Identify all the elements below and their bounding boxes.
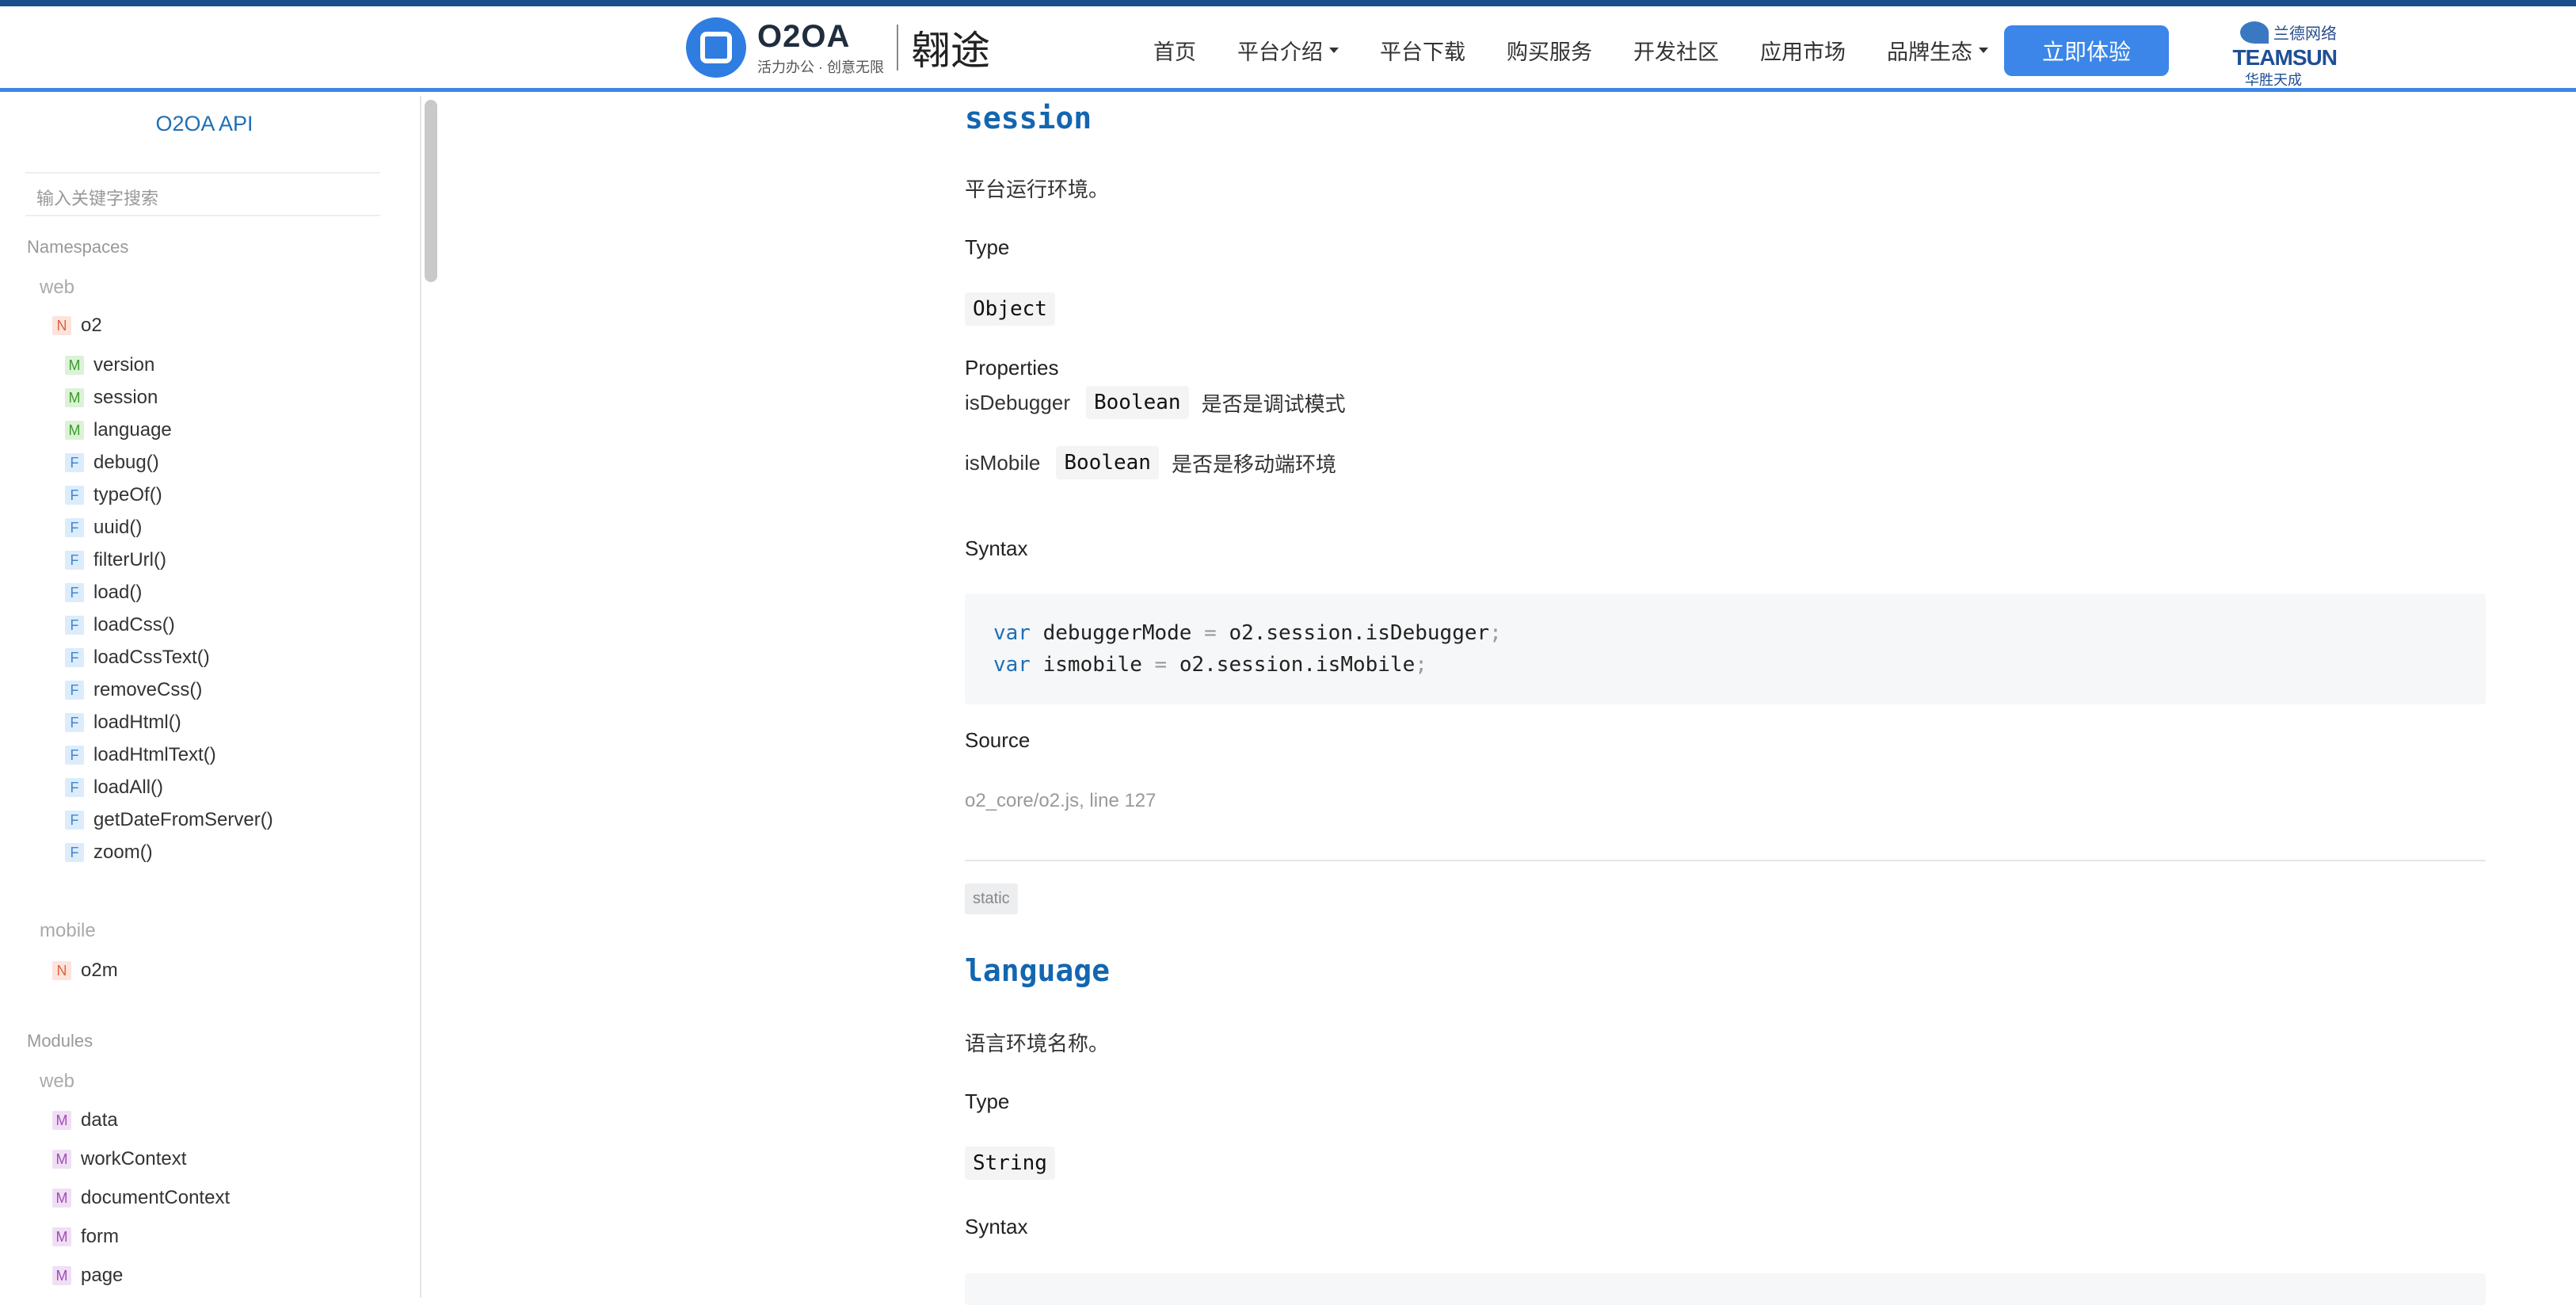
sidebar-scrollbar[interactable] xyxy=(425,100,437,282)
o2oa-logo-icon xyxy=(686,17,746,78)
sidebar-item-zoom[interactable]: Fzoom() xyxy=(65,841,153,864)
namespaces-web-group[interactable]: web xyxy=(40,277,74,299)
nav-brand-ecosystem[interactable]: 品牌生态 xyxy=(1887,35,1988,66)
logo-chinese-name: 翱途 xyxy=(911,19,990,76)
logo-name: O2OA xyxy=(757,19,884,55)
session-syntax-heading: Syntax xyxy=(965,536,1028,561)
sidebar-item-loadall[interactable]: FloadAll() xyxy=(65,777,163,799)
language-description: 语言环境名称。 xyxy=(965,1028,1109,1057)
namespaces-mobile-group[interactable]: mobile xyxy=(40,920,96,942)
sidebar-item-language[interactable]: Mlanguage xyxy=(65,419,172,441)
static-badge: static xyxy=(965,883,1018,914)
nav-dev-community[interactable]: 开发社区 xyxy=(1633,35,1719,66)
section-divider xyxy=(965,860,2486,861)
language-type-heading: Type xyxy=(965,1089,1009,1114)
sidebar-item-version[interactable]: Mversion xyxy=(65,354,154,376)
logo-slogan: 活力办公 · 创意无限 xyxy=(757,56,884,77)
sidebar-item-load[interactable]: Fload() xyxy=(65,582,142,604)
nav-home[interactable]: 首页 xyxy=(1153,35,1196,66)
api-sidebar: O2OA API 输入关键字搜索 Namespaces web No2 Mver… xyxy=(0,96,421,1298)
session-source-link[interactable]: o2_core/o2.js, line 127 xyxy=(965,790,1157,812)
language-title: language xyxy=(965,953,1110,988)
main-nav: 首页 平台介绍 平台下载 购买服务 开发社区 应用市场 品牌生态 xyxy=(1153,35,2029,66)
code-line-1: var debuggerMode = o2.session.isDebugger… xyxy=(993,617,2457,649)
nav-platform-download[interactable]: 平台下载 xyxy=(1380,35,1465,66)
sidebar-item-form[interactable]: Mform xyxy=(52,1226,119,1248)
sidebar-item-documentcontext[interactable]: MdocumentContext xyxy=(52,1187,230,1209)
search-input[interactable]: 输入关键字搜索 xyxy=(25,172,380,216)
namespaces-heading: Namespaces xyxy=(27,237,128,258)
nav-app-market[interactable]: 应用市场 xyxy=(1760,35,1846,66)
sidebar-item-o2[interactable]: No2 xyxy=(52,315,102,337)
sidebar-item-loadhtmltext[interactable]: FloadHtmlText() xyxy=(65,744,216,766)
sidebar-item-debug[interactable]: Fdebug() xyxy=(65,452,159,474)
sidebar-item-session[interactable]: Msession xyxy=(65,387,158,409)
caret-down-icon xyxy=(1329,48,1339,53)
code-line-2: var ismobile = o2.session.isMobile; xyxy=(993,649,2457,681)
top-accent-bar xyxy=(0,0,2576,6)
partner-logo[interactable]: 兰德网络 TEAMSUN 华胜天成 xyxy=(2210,21,2337,84)
language-type-value: String xyxy=(965,1147,1055,1180)
session-code-block[interactable]: var debuggerMode = o2.session.isDebugger… xyxy=(965,593,2486,704)
sidebar-item-removecss[interactable]: FremoveCss() xyxy=(65,679,202,701)
nav-buy-service[interactable]: 购买服务 xyxy=(1507,35,1592,66)
sidebar-item-data[interactable]: Mdata xyxy=(52,1109,118,1131)
sidebar-item-filterurl[interactable]: FfilterUrl() xyxy=(65,549,166,571)
language-code-block[interactable] xyxy=(965,1273,2486,1305)
sidebar-title[interactable]: O2OA API xyxy=(0,112,409,136)
session-description: 平台运行环境。 xyxy=(965,174,1109,203)
session-type-heading: Type xyxy=(965,235,1009,260)
session-title: session xyxy=(965,101,1092,135)
session-properties-heading: Properties xyxy=(965,356,1059,380)
sidebar-item-loadhtml[interactable]: FloadHtml() xyxy=(65,712,181,734)
sidebar-item-typeof[interactable]: FtypeOf() xyxy=(65,484,162,506)
session-source-heading: Source xyxy=(965,728,1030,753)
logo-divider xyxy=(897,25,898,71)
property-row-isdebugger: isDebugger Boolean 是否是调试模式 xyxy=(965,386,1346,419)
site-header: O2OA 活力办公 · 创意无限 翱途 首页 平台介绍 平台下载 购买服务 开发… xyxy=(0,6,2576,92)
sidebar-item-page[interactable]: Mpage xyxy=(52,1265,123,1287)
caret-down-icon xyxy=(1979,48,1988,53)
sidebar-item-o2m[interactable]: No2m xyxy=(52,960,118,982)
sidebar-item-loadcss[interactable]: FloadCss() xyxy=(65,614,175,636)
sidebar-item-loadcsstext[interactable]: FloadCssText() xyxy=(65,647,210,669)
property-row-ismobile: isMobile Boolean 是否是移动端环境 xyxy=(965,446,1336,479)
teamsun-wing-icon xyxy=(2240,21,2269,44)
try-now-button[interactable]: 立即体验 xyxy=(2004,25,2169,76)
site-logo[interactable]: O2OA 活力办公 · 创意无限 翱途 xyxy=(686,16,990,79)
sidebar-item-workcontext[interactable]: MworkContext xyxy=(52,1148,186,1170)
sidebar-item-uuid[interactable]: Fuuid() xyxy=(65,517,142,539)
language-syntax-heading: Syntax xyxy=(965,1215,1028,1239)
modules-web-group[interactable]: web xyxy=(40,1070,74,1093)
nav-platform-intro[interactable]: 平台介绍 xyxy=(1237,35,1339,66)
session-type-value: Object xyxy=(965,292,1055,326)
sidebar-item-getdatefromserver[interactable]: FgetDateFromServer() xyxy=(65,809,273,831)
modules-heading: Modules xyxy=(27,1031,93,1051)
